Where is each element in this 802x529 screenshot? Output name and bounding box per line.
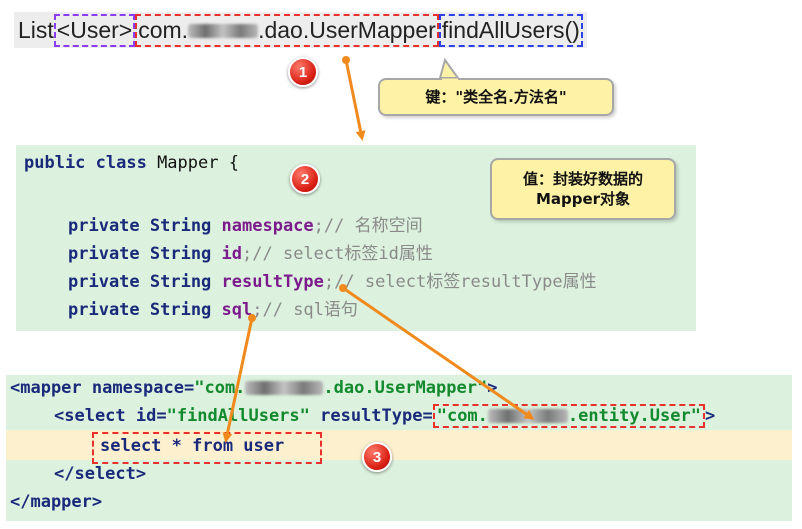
flow-arrows: [222, 56, 535, 443]
step-marker-2: 2: [290, 164, 320, 194]
key-callout-tail: [438, 57, 460, 79]
step-marker-3: 3: [362, 442, 392, 472]
arrow-sql-field-to-statement: [222, 314, 256, 443]
step-marker-1: 1: [288, 57, 318, 87]
arrow-resulttype-to-xml: [339, 284, 535, 420]
arrow-signature-to-class: [342, 56, 366, 141]
